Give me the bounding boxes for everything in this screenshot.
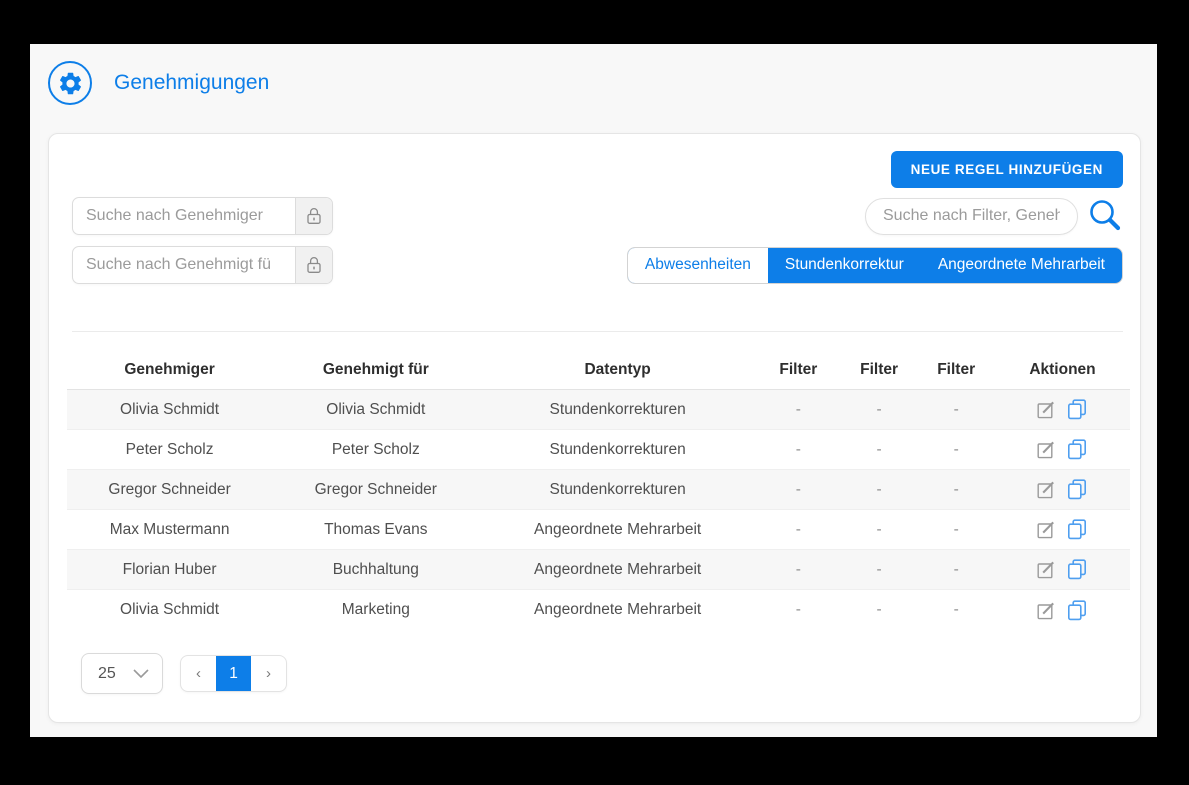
cell-genehmigt-fuer: Marketing	[341, 601, 410, 618]
pagination: ‹ 1 ›	[180, 655, 287, 692]
cell-filter-1: -	[795, 520, 801, 538]
column-header-filter-1: Filter	[779, 360, 818, 378]
cell-genehmiger: Max Mustermann	[109, 520, 230, 538]
cell-filter-1: -	[795, 480, 801, 498]
add-rule-button[interactable]: NEUE REGEL HINZUFÜGEN	[890, 151, 1123, 188]
search-genehmigt-fuer-input[interactable]	[73, 247, 295, 283]
column-header-genehmiger: Genehmiger	[124, 360, 215, 378]
cell-genehmigt-fuer: Buchhaltung	[332, 560, 419, 578]
search-genehmiger-input[interactable]	[73, 198, 295, 234]
next-page-button[interactable]: ›	[251, 656, 286, 691]
cell-datentyp: Stundenkorrekturen	[549, 480, 686, 498]
cell-filter-1: -	[795, 440, 801, 458]
prev-page-button[interactable]: ‹	[181, 656, 216, 691]
cell-filter-1: -	[795, 601, 801, 618]
toolbar: NEUE REGEL HINZUFÜGEN Suche nach Genehmi…	[49, 134, 1140, 332]
cell-aktionen	[995, 439, 1130, 460]
filter-search-input[interactable]	[865, 197, 1078, 235]
chevron-down-icon	[133, 669, 149, 678]
table-row: Peter Scholz Peter Scholz Stundenkorrekt…	[67, 430, 1130, 470]
column-header-filter-3: Filter	[937, 360, 976, 378]
cell-filter-3: -	[953, 480, 959, 498]
copy-icon[interactable]	[1067, 559, 1087, 580]
card-footer: 25 ‹ 1 ›	[81, 653, 1140, 694]
copy-icon[interactable]	[1067, 439, 1087, 460]
column-header-aktionen: Aktionen	[1029, 360, 1096, 378]
cell-filter-2: -	[876, 400, 882, 418]
table-row: Olivia Schmidt Olivia Schmidt Stundenkor…	[67, 390, 1130, 430]
copy-icon[interactable]	[1067, 599, 1087, 621]
cell-genehmigt-fuer: Peter Scholz	[331, 440, 420, 458]
edit-icon[interactable]	[1037, 601, 1056, 620]
tab-abwesenheiten[interactable]: Abwesenheiten	[627, 247, 768, 283]
page-header: Genehmigungen	[30, 44, 1157, 105]
column-header-filter-2: Filter	[860, 360, 899, 378]
tab-angeordnete-mehrarbeit[interactable]: Angeordnete Mehrarbeit	[921, 248, 1122, 283]
cell-filter-2: -	[876, 440, 882, 458]
search-icon[interactable]	[1087, 198, 1123, 234]
edit-icon[interactable]	[1037, 480, 1056, 499]
table-row: Gregor Schneider Gregor Schneider Stunde…	[67, 470, 1130, 510]
gear-icon	[48, 61, 92, 105]
cell-aktionen	[995, 599, 1130, 621]
cell-datentyp: Angeordnete Mehrarbeit	[534, 601, 702, 618]
lock-icon[interactable]	[295, 198, 332, 234]
cell-filter-2: -	[876, 480, 882, 498]
cell-datentyp: Angeordnete Mehrarbeit	[534, 560, 702, 578]
cell-genehmiger: Olivia Schmidt	[120, 400, 220, 418]
cell-datentyp: Angeordnete Mehrarbeit	[534, 520, 702, 538]
copy-icon[interactable]	[1067, 479, 1087, 500]
search-genehmiger-group	[72, 197, 333, 235]
column-header-datentyp: Datentyp	[584, 360, 651, 378]
cell-datentyp: Stundenkorrekturen	[549, 440, 686, 458]
approvals-page: Genehmigungen NEUE REGEL HINZUFÜGEN Such…	[30, 44, 1157, 737]
column-header-genehmigt-fuer: Genehmigt für	[322, 360, 429, 378]
cell-filter-1: -	[795, 400, 801, 418]
cell-aktionen	[995, 479, 1130, 500]
edit-icon[interactable]	[1037, 520, 1056, 539]
edit-icon[interactable]	[1037, 560, 1056, 579]
cell-filter-3: -	[953, 400, 959, 418]
edit-icon[interactable]	[1037, 440, 1056, 459]
cell-genehmigt-fuer: Gregor Schneider	[314, 480, 437, 498]
cell-filter-3: -	[953, 440, 959, 458]
table-header-row: Genehmiger Genehmigt für Datentyp Filter…	[67, 350, 1130, 390]
cell-filter-3: -	[953, 601, 959, 618]
cell-filter-2: -	[876, 601, 882, 618]
per-page-select[interactable]: 25	[81, 653, 163, 694]
table-row: Florian Huber Buchhaltung Angeordnete Me…	[67, 550, 1130, 590]
lock-icon[interactable]	[295, 247, 332, 283]
cell-filter-2: -	[876, 520, 882, 538]
cell-filter-3: -	[953, 520, 959, 538]
current-page-button[interactable]: 1	[216, 656, 251, 691]
edit-icon[interactable]	[1037, 400, 1056, 419]
cell-aktionen	[995, 399, 1130, 420]
cell-filter-2: -	[876, 560, 882, 578]
cell-datentyp: Stundenkorrekturen	[549, 400, 686, 418]
approvals-table: Genehmiger Genehmigt für Datentyp Filter…	[49, 332, 1140, 630]
cell-genehmigt-fuer: Thomas Evans	[324, 520, 428, 538]
table-row: Olivia Schmidt Marketing Angeordnete Meh…	[67, 590, 1130, 630]
table-row: Max Mustermann Thomas Evans Angeordnete …	[67, 510, 1130, 550]
tab-stundenkorrektur[interactable]: Stundenkorrektur	[768, 248, 921, 283]
cell-genehmiger: Olivia Schmidt	[120, 601, 220, 618]
table-body: Olivia Schmidt Olivia Schmidt Stundenkor…	[67, 390, 1130, 630]
cell-aktionen	[995, 559, 1130, 580]
page-title: Genehmigungen	[114, 71, 270, 94]
copy-icon[interactable]	[1067, 399, 1087, 420]
copy-icon[interactable]	[1067, 519, 1087, 540]
cell-aktionen	[995, 519, 1130, 540]
approvals-card: NEUE REGEL HINZUFÜGEN Suche nach Genehmi…	[48, 133, 1141, 723]
cell-filter-1: -	[795, 560, 801, 578]
cell-genehmiger: Gregor Schneider	[108, 480, 231, 498]
search-genehmigt-fuer-group	[72, 246, 333, 284]
cell-genehmiger: Peter Scholz	[125, 440, 214, 458]
datatype-tabs: Abwesenheiten Stundenkorrektur Angeordne…	[626, 246, 1123, 284]
cell-filter-3: -	[953, 560, 959, 578]
cell-genehmiger: Florian Huber	[122, 560, 217, 578]
per-page-value: 25	[98, 664, 116, 682]
cell-genehmigt-fuer: Olivia Schmidt	[326, 400, 426, 418]
